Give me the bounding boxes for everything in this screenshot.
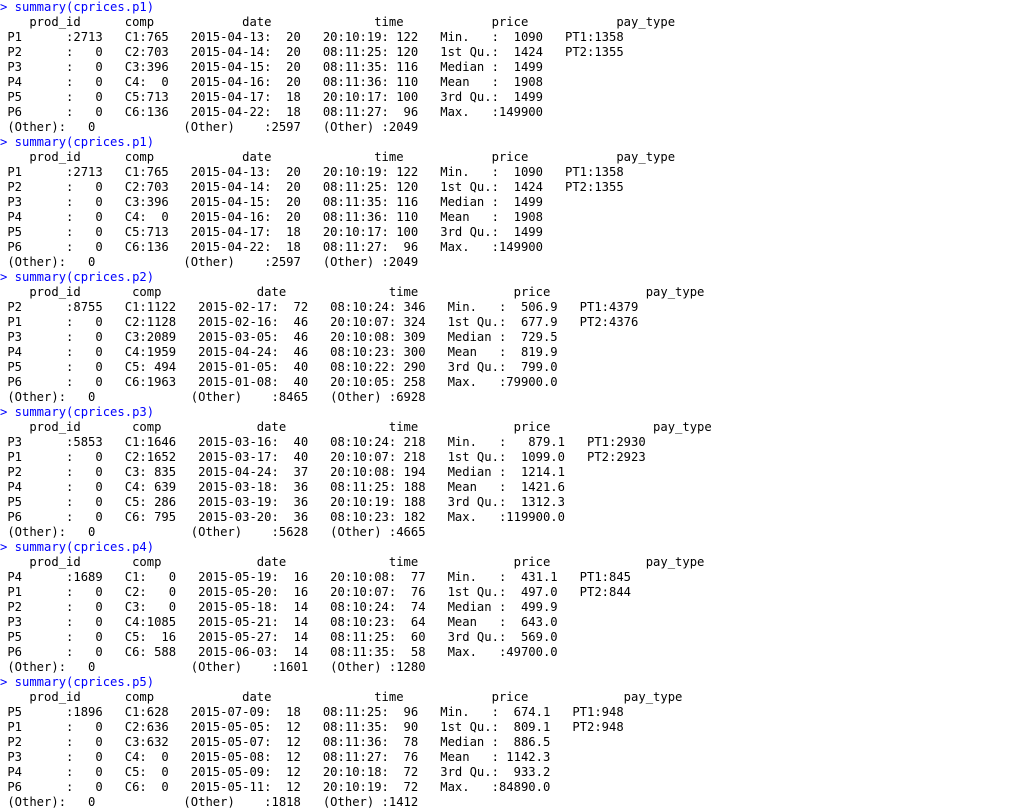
- console-output-line: P5 : 0 C5: 494 2015-01-05: 40 08:10:22: …: [0, 360, 558, 374]
- console-output-line: P4 : 0 C5: 0 2015-05-09: 12 20:10:18: 72…: [0, 765, 551, 779]
- console-command-line: > summary(cprices.p2): [0, 270, 155, 284]
- console-output-line: P3 : 0 C4: 0 2015-05-08: 12 08:11:27: 76…: [0, 750, 551, 764]
- console-output-line: P2 : 0 C3: 0 2015-05-18: 14 08:10:24: 74…: [0, 600, 558, 614]
- console-output-line: P1 : 0 C2:1128 2015-02-16: 46 20:10:07: …: [0, 315, 639, 329]
- console-output-line: prod_id comp date time price pay_type: [0, 15, 676, 29]
- console-output-line: P2 : 0 C3:632 2015-05-07: 12 08:11:36: 7…: [0, 735, 551, 749]
- console-output-line: P6 : 0 C6:1963 2015-01-08: 40 20:10:05: …: [0, 375, 558, 389]
- console-output-line: P4 :1689 C1: 0 2015-05-19: 16 20:10:08: …: [0, 570, 632, 584]
- console-output-line: (Other): 0 (Other) :5628 (Other) :4665: [0, 525, 426, 539]
- console-output-line: P4 : 0 C4: 0 2015-04-16: 20 08:11:36: 11…: [0, 75, 543, 89]
- console-output-line: P3 : 0 C3:396 2015-04-15: 20 08:11:35: 1…: [0, 60, 543, 74]
- console-output-line: P6 : 0 C6:136 2015-04-22: 18 08:11:27: 9…: [0, 105, 543, 119]
- console-output-line: P6 : 0 C6: 795 2015-03-20: 36 08:10:23: …: [0, 510, 565, 524]
- console-output-line: P1 : 0 C2:636 2015-05-05: 12 08:11:35: 9…: [0, 720, 624, 734]
- console-output-line: P1 :2713 C1:765 2015-04-13: 20 20:10:19:…: [0, 165, 624, 179]
- console-output-line: (Other): 0 (Other) :8465 (Other) :6928: [0, 390, 426, 404]
- console-output-line: P5 : 0 C5: 16 2015-05-27: 14 08:11:25: 6…: [0, 630, 558, 644]
- console-command-line: > summary(cprices.p1): [0, 0, 155, 14]
- console-output-line: (Other): 0 (Other) :2597 (Other) :2049: [0, 255, 419, 269]
- console-command-line: > summary(cprices.p3): [0, 405, 155, 419]
- console-output-line: (Other): 0 (Other) :1818 (Other) :1412: [0, 795, 419, 809]
- console-output-line: prod_id comp date time price pay_type: [0, 690, 683, 704]
- console-output-line: P5 :1896 C1:628 2015-07-09: 18 08:11:25:…: [0, 705, 624, 719]
- r-console-output[interactable]: > summary(cprices.p1) prod_id comp date …: [0, 0, 1009, 812]
- console-output-line: P5 : 0 C5: 286 2015-03-19: 36 20:10:19: …: [0, 495, 565, 509]
- console-output-line: P6 : 0 C6:136 2015-04-22: 18 08:11:27: 9…: [0, 240, 543, 254]
- console-output-line: P6 : 0 C6: 588 2015-06-03: 14 08:11:35: …: [0, 645, 558, 659]
- console-output-line: P3 : 0 C3:396 2015-04-15: 20 08:11:35: 1…: [0, 195, 543, 209]
- console-command-line: > summary(cprices.p4): [0, 540, 155, 554]
- console-output-line: P4 : 0 C4:1959 2015-04-24: 46 08:10:23: …: [0, 345, 558, 359]
- console-output-line: prod_id comp date time price pay_type: [0, 150, 676, 164]
- console-command-line: > summary(cprices.p1): [0, 135, 155, 149]
- console-output-line: P2 : 0 C2:703 2015-04-14: 20 08:11:25: 1…: [0, 45, 624, 59]
- console-output-line: P1 : 0 C2: 0 2015-05-20: 16 20:10:07: 76…: [0, 585, 632, 599]
- console-output-line: P4 : 0 C4: 0 2015-04-16: 20 08:11:36: 11…: [0, 210, 543, 224]
- console-output-line: prod_id comp date time price pay_type: [0, 555, 705, 569]
- console-output-line: P3 :5853 C1:1646 2015-03-16: 40 08:10:24…: [0, 435, 646, 449]
- console-output-line: P3 : 0 C4:1085 2015-05-21: 14 08:10:23: …: [0, 615, 558, 629]
- console-output-line: P1 : 0 C2:1652 2015-03-17: 40 20:10:07: …: [0, 450, 646, 464]
- console-output-line: (Other): 0 (Other) :2597 (Other) :2049: [0, 120, 419, 134]
- console-output-line: P3 : 0 C3:2089 2015-03-05: 46 20:10:08: …: [0, 330, 558, 344]
- console-command-line: > summary(cprices.p5): [0, 675, 155, 689]
- console-output-line: prod_id comp date time price pay_type: [0, 420, 712, 434]
- console-output-line: P1 :2713 C1:765 2015-04-13: 20 20:10:19:…: [0, 30, 624, 44]
- console-output-line: P4 : 0 C4: 639 2015-03-18: 36 08:11:25: …: [0, 480, 565, 494]
- console-output-line: P2 : 0 C3: 835 2015-04-24: 37 20:10:08: …: [0, 465, 565, 479]
- console-output-line: P2 :8755 C1:1122 2015-02-17: 72 08:10:24…: [0, 300, 639, 314]
- console-output-line: P2 : 0 C2:703 2015-04-14: 20 08:11:25: 1…: [0, 180, 624, 194]
- console-output-line: P6 : 0 C6: 0 2015-05-11: 12 20:10:19: 72…: [0, 780, 551, 794]
- console-output-line: P5 : 0 C5:713 2015-04-17: 18 20:10:17: 1…: [0, 90, 543, 104]
- console-output-line: (Other): 0 (Other) :1601 (Other) :1280: [0, 660, 426, 674]
- console-output-line: prod_id comp date time price pay_type: [0, 285, 705, 299]
- console-output-line: P5 : 0 C5:713 2015-04-17: 18 20:10:17: 1…: [0, 225, 543, 239]
